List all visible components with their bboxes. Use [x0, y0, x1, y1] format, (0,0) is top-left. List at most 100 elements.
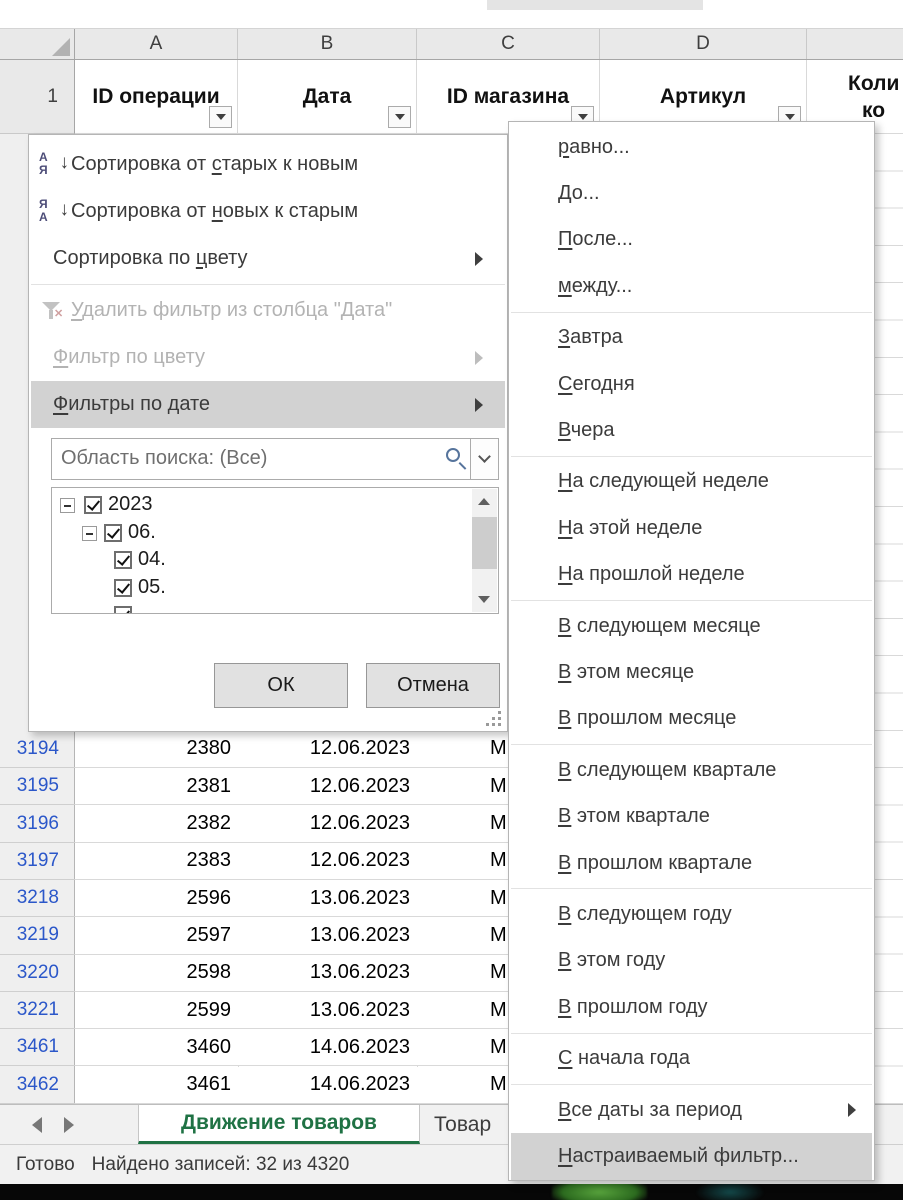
- cell-date[interactable]: 14.06.2023: [238, 1029, 417, 1067]
- tree-collapse-icon[interactable]: [82, 525, 97, 541]
- tree-checkbox[interactable]: [104, 523, 122, 542]
- cell-date[interactable]: 13.06.2023: [238, 880, 417, 918]
- submenu-item-last-quarter[interactable]: В прошлом квартале: [511, 840, 872, 886]
- submenu-arrow-icon: [848, 1103, 856, 1118]
- submenu-item-between[interactable]: между...: [511, 263, 872, 309]
- cell-date[interactable]: 12.06.2023: [238, 842, 417, 880]
- tree-item-04[interactable]: 04.: [52, 547, 470, 574]
- row-header[interactable]: 3219: [0, 917, 75, 955]
- menu-item-label: До...: [558, 182, 600, 205]
- cell-date[interactable]: 12.06.2023: [238, 730, 417, 769]
- cell-operation-id[interactable]: 2597: [75, 917, 238, 955]
- menu-item-sort-newest-to-oldest[interactable]: Я А ↓ Сортировка от новых к старым: [31, 188, 505, 235]
- cell-operation-id[interactable]: 2382: [75, 805, 238, 843]
- cell-operation-id[interactable]: 2599: [75, 991, 238, 1030]
- submenu-item-year-to-date[interactable]: С начала года: [511, 1036, 872, 1082]
- submenu-item-this-year[interactable]: В этом году: [511, 938, 872, 984]
- row-header[interactable]: 3196: [0, 805, 75, 843]
- submenu-item-this-month[interactable]: В этом месяце: [511, 649, 872, 695]
- menu-item-date-filters[interactable]: Фильтры по дате: [31, 381, 505, 428]
- column-header-letter[interactable]: D: [600, 29, 807, 59]
- scroll-down-icon[interactable]: [478, 596, 490, 603]
- cell-date[interactable]: 13.06.2023: [238, 991, 417, 1030]
- submenu-item-today[interactable]: Сегодня: [511, 361, 872, 407]
- resize-grip[interactable]: [486, 711, 502, 727]
- cell-date[interactable]: 13.06.2023: [238, 917, 417, 955]
- cell-date[interactable]: 12.06.2023: [238, 805, 417, 843]
- filter-search-box[interactable]: Область поиска: (Все): [51, 438, 499, 480]
- filter-dropdown-button[interactable]: [388, 106, 411, 128]
- sheet-tab-active[interactable]: Движение товаров: [138, 1105, 420, 1144]
- scroll-up-icon[interactable]: [478, 498, 490, 505]
- cell-date[interactable]: 13.06.2023: [238, 954, 417, 992]
- submenu-item-before[interactable]: До...: [511, 170, 872, 216]
- tree-checkbox[interactable]: [114, 578, 132, 597]
- cell-operation-id[interactable]: 3460: [75, 1029, 238, 1067]
- tree-item-2023[interactable]: 2023: [52, 492, 470, 519]
- submenu-item-yesterday[interactable]: Вчера: [511, 407, 872, 453]
- submenu-item-this-week[interactable]: На этой неделе: [511, 505, 872, 551]
- select-all-corner[interactable]: [0, 29, 75, 59]
- tree-item-05[interactable]: 05.: [52, 575, 470, 602]
- ok-button[interactable]: ОК: [214, 663, 348, 708]
- submenu-item-next-week[interactable]: На следующей неделе: [511, 459, 872, 505]
- submenu-item-this-quarter[interactable]: В этом квартале: [511, 794, 872, 840]
- cell-date[interactable]: 14.06.2023: [238, 1066, 417, 1104]
- menu-item-label: Сортировка по цвету: [53, 247, 248, 269]
- filter-dropdown-button[interactable]: [209, 106, 232, 128]
- menu-item-label: Сегодня: [558, 372, 635, 395]
- tree-checkbox[interactable]: [114, 551, 132, 569]
- menu-item-label: В следующем квартале: [558, 758, 777, 781]
- row-header[interactable]: 3194: [0, 731, 75, 769]
- cell-operation-id[interactable]: 3461: [75, 1066, 238, 1104]
- scroll-thumb[interactable]: [472, 517, 497, 569]
- status-found-records: Найдено записей: 32 из 4320: [91, 1153, 350, 1175]
- menu-separator: [511, 744, 872, 746]
- submenu-item-last-week[interactable]: На прошлой неделе: [511, 552, 872, 598]
- row-header[interactable]: 3195: [0, 768, 75, 806]
- submenu-item-next-month[interactable]: В следующем месяце: [511, 603, 872, 649]
- row-header[interactable]: 3218: [0, 880, 75, 918]
- submenu-item-custom-filter[interactable]: Настраиваемый фильтр...: [511, 1133, 872, 1180]
- tree-item-06[interactable]: 06.: [52, 520, 470, 547]
- submenu-item-equals[interactable]: равно...: [511, 124, 872, 170]
- table-header-label: ID магазина: [446, 84, 570, 108]
- menu-item-sort-oldest-to-newest[interactable]: А Я ↓ Сортировка от старых к новым: [31, 141, 505, 188]
- tree-item[interactable]: [52, 602, 470, 613]
- submenu-item-after[interactable]: После...: [511, 217, 872, 263]
- tab-scroll-right-icon[interactable]: [64, 1117, 74, 1133]
- submenu-item-all-dates-in-period[interactable]: Все даты за период: [511, 1087, 872, 1133]
- cell-operation-id[interactable]: 2380: [75, 730, 238, 769]
- tree-collapse-icon[interactable]: [60, 498, 75, 513]
- submenu-item-last-month[interactable]: В прошлом месяце: [511, 696, 872, 742]
- column-header-letter[interactable]: A: [75, 29, 238, 59]
- submenu-item-next-year[interactable]: В следующем году: [511, 891, 872, 937]
- tree-scrollbar[interactable]: [472, 489, 497, 612]
- menu-item-label: В прошлом месяце: [558, 707, 737, 730]
- row-header[interactable]: 3197: [0, 843, 75, 880]
- row-header-1[interactable]: 1: [0, 60, 75, 134]
- cell-date[interactable]: 12.06.2023: [238, 768, 417, 806]
- submenu-item-next-quarter[interactable]: В следующем квартале: [511, 747, 872, 793]
- row-header[interactable]: 3221: [0, 992, 75, 1030]
- tree-checkbox[interactable]: [84, 496, 102, 514]
- search-icon: [446, 448, 460, 462]
- down-arrow-icon: ↓: [59, 152, 70, 173]
- row-header[interactable]: 3462: [0, 1067, 75, 1104]
- column-header-letter[interactable]: B: [238, 29, 417, 59]
- menu-item-sort-by-color[interactable]: Сортировка по цвету: [31, 235, 505, 282]
- cell-operation-id[interactable]: 2383: [75, 842, 238, 880]
- submenu-item-last-year[interactable]: В прошлом году: [511, 984, 872, 1030]
- tab-scroll-left-icon[interactable]: [32, 1117, 42, 1133]
- cell-operation-id[interactable]: 2381: [75, 768, 238, 806]
- row-header[interactable]: 3461: [0, 1029, 75, 1067]
- search-scope-dropdown[interactable]: [470, 439, 498, 479]
- cell-operation-id[interactable]: 2598: [75, 954, 238, 992]
- cancel-button[interactable]: Отмена: [366, 663, 500, 708]
- sheet-tab-label: Товар: [434, 1112, 492, 1136]
- column-header-letter[interactable]: C: [417, 29, 600, 59]
- row-header[interactable]: 3220: [0, 955, 75, 992]
- tree-checkbox[interactable]: [114, 606, 132, 613]
- cell-operation-id[interactable]: 2596: [75, 880, 238, 918]
- submenu-item-tomorrow[interactable]: Завтра: [511, 315, 872, 361]
